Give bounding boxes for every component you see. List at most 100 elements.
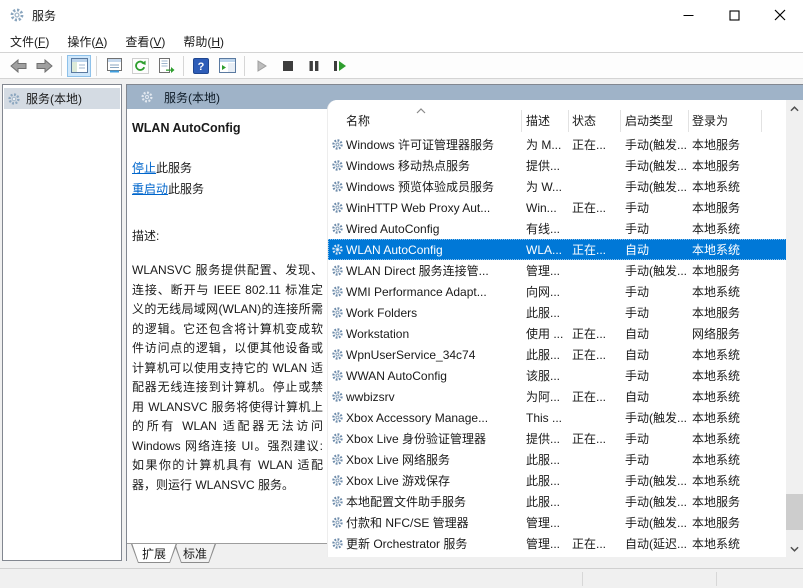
cell-startup-type: 自动 [625, 241, 690, 258]
cell-name: 本地配置文件助手服务 [346, 493, 520, 510]
refresh-button[interactable] [128, 55, 152, 77]
table-row[interactable]: Windows 移动热点服务 提供... 手动(触发... 本地服务 [328, 155, 787, 176]
column-divider[interactable] [688, 110, 689, 132]
cell-logon-as: 本地系统 [692, 178, 784, 195]
services-list: 名称 描述 状态 启动类型 登录为 Windows 许可证管理器服务 为 M..… [327, 100, 803, 557]
vertical-scrollbar[interactable] [786, 100, 803, 557]
cell-startup-type: 自动 [625, 388, 690, 405]
cell-name: Xbox Live 身份验证管理器 [346, 430, 520, 447]
column-header-status[interactable]: 状态 [572, 112, 596, 129]
stop-service-button[interactable] [276, 55, 300, 77]
restart-service-line: 重启动此服务 [132, 179, 323, 200]
maximize-icon [729, 10, 740, 21]
title-bar: 服务 [0, 0, 803, 30]
action-pane-icon [219, 58, 236, 73]
cell-description: 管理... [526, 514, 570, 531]
toolbar-separator [244, 56, 245, 76]
stop-service-line: 停止此服务 [132, 158, 323, 179]
start-service-button[interactable] [250, 55, 274, 77]
column-header-logon-as[interactable]: 登录为 [692, 112, 728, 129]
column-divider[interactable] [521, 110, 522, 132]
table-row[interactable]: Work Folders 此服... 手动 本地服务 [328, 302, 787, 323]
cell-startup-type: 手动 [625, 430, 690, 447]
forward-button[interactable] [32, 55, 56, 77]
menu-action[interactable]: 操作(A) [58, 30, 116, 53]
description-text: WLANSVC 服务提供配置、发现、连接、断开与 IEEE 802.11 标准定… [132, 261, 323, 495]
properties-button[interactable] [102, 55, 126, 77]
show-action-pane-button[interactable] [215, 55, 239, 77]
stop-service-link[interactable]: 停止 [132, 161, 156, 175]
table-row[interactable]: Windows 预览体验成员服务 为 W... 手动(触发... 本地系统 [328, 176, 787, 197]
service-gear-icon [331, 243, 344, 256]
scroll-up-button[interactable] [786, 100, 803, 117]
console-tree-icon [71, 58, 88, 73]
cell-startup-type: 手动 [625, 304, 690, 321]
column-header-name[interactable]: 名称 [346, 112, 370, 129]
properties-icon [106, 58, 123, 73]
sort-ascending-icon [416, 103, 426, 117]
pause-service-button[interactable] [302, 55, 326, 77]
table-row[interactable]: Workstation 使用 ... 正在... 自动 网络服务 [328, 323, 787, 344]
table-row[interactable]: WMI Performance Adapt... 向网... 手动 本地系统 [328, 281, 787, 302]
cell-logon-as: 本地服务 [692, 493, 784, 510]
extended-detail-panel: WLAN AutoConfig 停止此服务 重启动此服务 描述: WLANSVC… [127, 109, 327, 543]
show-console-tree-button[interactable] [67, 55, 91, 77]
table-row[interactable]: 更新 Orchestrator 服务 管理... 正在... 自动(延迟... … [328, 533, 787, 554]
minimize-icon [683, 10, 694, 21]
scrollbar-thumb[interactable] [786, 494, 803, 530]
table-row[interactable]: WLAN AutoConfig WLA... 正在... 自动 本地系统 [328, 239, 787, 260]
table-row[interactable]: WWAN AutoConfig 该服... 手动 本地系统 [328, 365, 787, 386]
menu-help[interactable]: 帮助(H) [174, 30, 233, 53]
cell-name: Xbox Live 游戏保存 [346, 472, 520, 489]
cell-description: Win... [526, 201, 570, 215]
chevron-down-icon [790, 546, 799, 552]
column-header-description[interactable]: 描述 [526, 112, 550, 129]
table-row[interactable]: 本地配置文件助手服务 此服... 手动(触发... 本地服务 [328, 491, 787, 512]
table-row[interactable]: wwbizsrv 为阿... 正在... 自动 本地系统 [328, 386, 787, 407]
cell-description: 使用 ... [526, 325, 570, 342]
statusbar-separator [582, 572, 583, 586]
restart-service-link[interactable]: 重启动 [132, 182, 168, 196]
service-gear-icon [331, 411, 344, 424]
table-row[interactable]: WinHTTP Web Proxy Aut... Win... 正在... 手动… [328, 197, 787, 218]
column-divider[interactable] [620, 110, 621, 132]
table-row[interactable]: WLAN Direct 服务连接管... 管理... 手动(触发... 本地服务 [328, 260, 787, 281]
tab-standard[interactable]: 标准 [174, 544, 216, 563]
start-icon [256, 60, 268, 72]
table-row[interactable]: Xbox Live 身份验证管理器 提供... 正在... 手动 本地系统 [328, 428, 787, 449]
column-header-startup-type[interactable]: 启动类型 [625, 112, 673, 129]
menu-view[interactable]: 查看(V) [116, 30, 174, 53]
menu-file[interactable]: 文件(F) [1, 30, 58, 53]
scroll-down-button[interactable] [786, 540, 803, 557]
column-divider[interactable] [761, 110, 762, 132]
cell-name: wwbizsrv [346, 390, 520, 404]
help-button[interactable]: ? [189, 55, 213, 77]
maximize-button[interactable] [711, 0, 757, 30]
table-row[interactable]: Xbox Live 游戏保存 此服... 手动(触发... 本地系统 [328, 470, 787, 491]
cell-name: Wired AutoConfig [346, 222, 520, 236]
cell-name: Xbox Live 网络服务 [346, 451, 520, 468]
cell-logon-as: 本地系统 [692, 451, 784, 468]
services-gear-icon [7, 92, 21, 106]
service-gear-icon [331, 327, 344, 340]
close-button[interactable] [757, 0, 803, 30]
cell-name: Windows 预览体验成员服务 [346, 178, 520, 195]
cell-startup-type: 手动(触发... [625, 514, 690, 531]
table-row[interactable]: Windows 许可证管理器服务 为 M... 正在... 手动(触发... 本… [328, 134, 787, 155]
table-row[interactable]: WpnUserService_34c74 此服... 正在... 自动 本地系统 [328, 344, 787, 365]
table-row[interactable]: Xbox Live 网络服务 此服... 手动 本地系统 [328, 449, 787, 470]
services-window: 服务 文件(F) 操作(A) 查看(V) 帮助(H) [0, 0, 803, 588]
export-list-button[interactable] [154, 55, 178, 77]
column-divider[interactable] [568, 110, 569, 132]
back-button[interactable] [6, 55, 30, 77]
table-row[interactable]: Xbox Accessory Manage... This ... 手动(触发.… [328, 407, 787, 428]
tree-item-services-local[interactable]: 服务(本地) [4, 88, 120, 109]
table-row[interactable]: Wired AutoConfig 有线... 手动 本地系统 [328, 218, 787, 239]
cell-status: 正在... [572, 241, 622, 258]
tab-extended[interactable]: 扩展 [131, 544, 177, 563]
restart-service-button[interactable] [328, 55, 352, 77]
minimize-button[interactable] [665, 0, 711, 30]
cell-logon-as: 本地系统 [692, 388, 784, 405]
table-row[interactable]: 付款和 NFC/SE 管理器 管理... 手动(触发... 本地服务 [328, 512, 787, 533]
cell-name: Windows 移动热点服务 [346, 157, 520, 174]
